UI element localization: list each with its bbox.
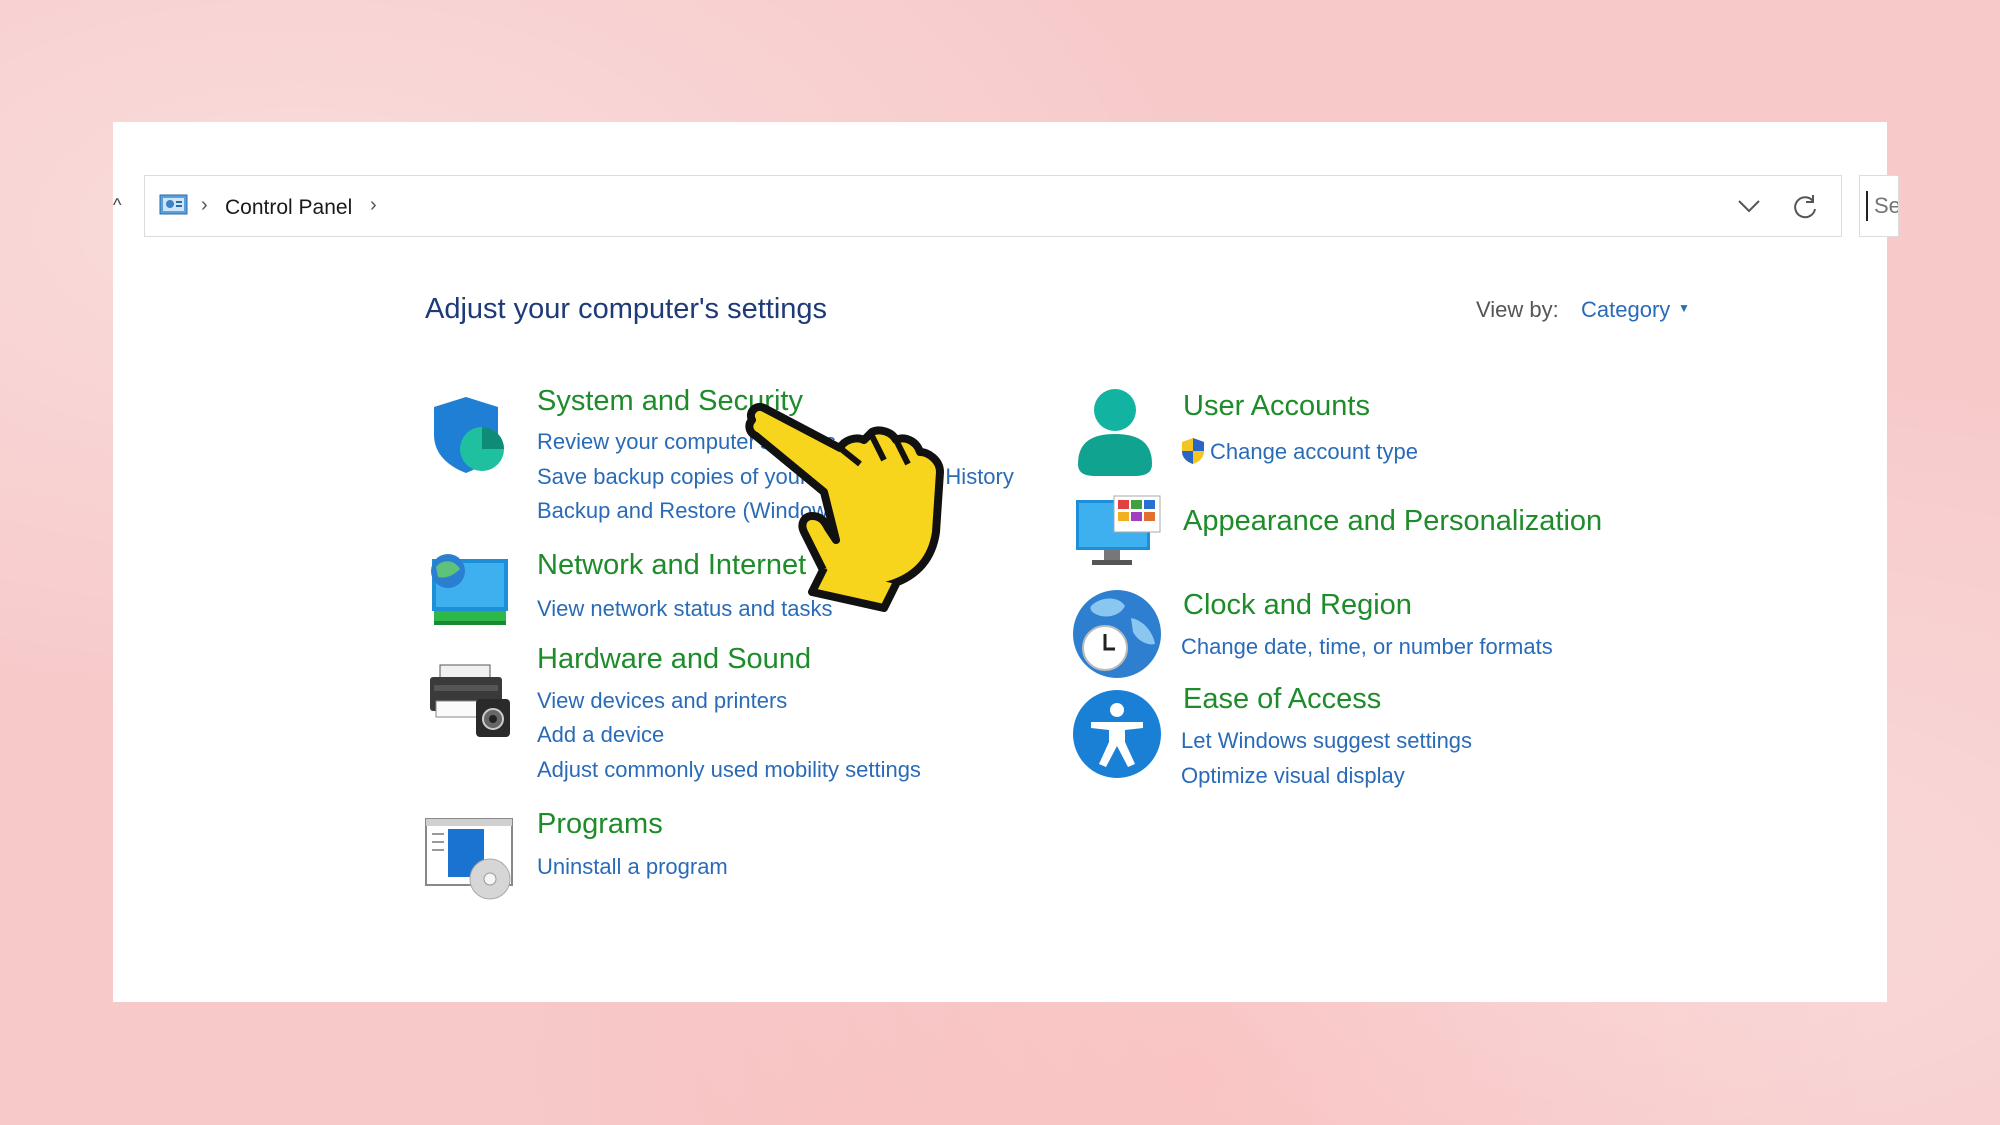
breadcrumb-separator[interactable]: › [370,194,377,217]
breadcrumb-separator[interactable]: › [201,194,208,217]
view-by-label: View by: [1476,297,1559,322]
link-devices-printers[interactable]: View devices and printers [537,688,787,714]
link-optimize-display[interactable]: Optimize visual display [1181,763,1405,789]
breadcrumb-control-panel[interactable]: Control Panel [225,196,352,220]
link-uninstall-program[interactable]: Uninstall a program [537,854,728,880]
network-monitor-icon [431,554,508,625]
category-programs-title[interactable]: Programs [537,808,663,841]
link-add-device[interactable]: Add a device [537,722,664,748]
category-ease-of-access-title[interactable]: Ease of Access [1183,683,1381,716]
address-dropdown-icon[interactable] [1737,196,1761,216]
control-panel-window: ^ › Control Panel › Adjust your computer… [113,122,1899,1002]
link-date-time-formats[interactable]: Change date, time, or number formats [1181,634,1553,660]
uac-shield-icon [1182,438,1204,464]
category-user-accounts-title[interactable]: User Accounts [1183,390,1370,423]
control-panel-icon [159,194,188,215]
appearance-monitor-icon [1076,495,1161,565]
accessibility-icon [1073,690,1161,778]
link-change-account-type[interactable]: Change account type [1210,439,1418,465]
search-input[interactable] [1866,191,1898,221]
up-arrow-icon[interactable]: ^ [113,195,121,216]
user-icon [1078,389,1152,476]
pointing-hand-icon [745,403,944,612]
refresh-icon[interactable] [1791,193,1819,221]
address-bar[interactable]: › Control Panel › [144,175,1842,237]
programs-icon [425,818,513,900]
dropdown-caret-icon[interactable]: ▼ [1678,301,1690,315]
printer-icon [430,664,510,737]
link-suggest-settings[interactable]: Let Windows suggest settings [1181,728,1472,754]
search-box[interactable] [1859,175,1899,237]
category-clock-region-title[interactable]: Clock and Region [1183,589,1412,622]
link-mobility-settings[interactable]: Adjust commonly used mobility settings [537,757,921,783]
category-appearance-title[interactable]: Appearance and Personalization [1183,505,1602,538]
page-title: Adjust your computer's settings [425,293,828,325]
view-by-dropdown[interactable]: Category [1581,297,1670,323]
clock-globe-icon [1073,590,1161,678]
category-hardware-sound-title[interactable]: Hardware and Sound [537,643,811,676]
shield-icon [434,397,504,473]
